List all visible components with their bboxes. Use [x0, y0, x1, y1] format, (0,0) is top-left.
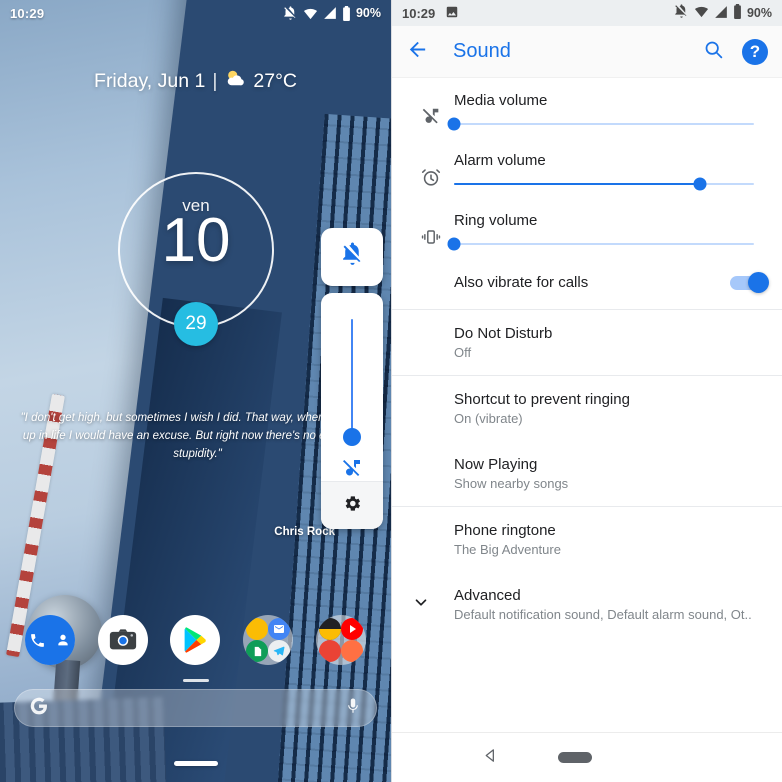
- gear-icon: [343, 494, 362, 518]
- home-screen-panel: 10:29 90% Friday, Jun 1 | 27°C ven 10 29…: [0, 0, 391, 782]
- ring-volume-row[interactable]: Ring volume: [392, 198, 782, 258]
- play-store-app[interactable]: [170, 615, 221, 665]
- media-volume-row[interactable]: Media volume: [392, 78, 782, 138]
- google-g-icon: [29, 696, 49, 721]
- search-icon[interactable]: [703, 39, 724, 65]
- alarm-volume-slider-thumb[interactable]: [693, 177, 707, 191]
- phone-contacts-folder[interactable]: [25, 615, 76, 665]
- do-not-disturb-row[interactable]: Do Not Disturb Off: [392, 310, 782, 375]
- advanced-subtitle: Default notification sound, Default alar…: [454, 607, 752, 622]
- nav-home-pill-icon[interactable]: [558, 752, 593, 763]
- ring-volume-body: Ring volume: [447, 212, 766, 251]
- date-label: Friday, Jun 1: [94, 69, 206, 92]
- phone-ringtone-title: Phone ringtone: [454, 522, 556, 539]
- date-weather-widget[interactable]: Friday, Jun 1 | 27°C: [0, 68, 391, 94]
- google-apps-folder[interactable]: [243, 615, 294, 665]
- shortcut-prevent-ringing-title: Shortcut to prevent ringing: [454, 391, 630, 408]
- advanced-title: Advanced: [454, 587, 521, 604]
- page-title: Sound: [453, 40, 511, 62]
- shortcut-prevent-ringing-subtitle: On (vibrate): [454, 411, 523, 426]
- date-weather-separator: |: [212, 69, 218, 92]
- app-drawer-handle[interactable]: [182, 679, 209, 682]
- app-bar: Sound ?: [392, 26, 782, 78]
- volume-control-panel[interactable]: [321, 228, 383, 529]
- shortcut-prevent-ringing-row[interactable]: Shortcut to prevent ringing On (vibrate): [392, 376, 782, 441]
- cellular-signal-icon: [714, 5, 728, 22]
- system-navigation-bar: [392, 732, 782, 782]
- home-status-bar: 10:29 90%: [0, 0, 391, 26]
- advanced-row[interactable]: Advanced Default notification sound, Def…: [392, 572, 782, 637]
- now-playing-title: Now Playing: [454, 456, 538, 473]
- notifications-off-icon: [674, 4, 689, 22]
- dual-phone-screenshot: 10:29 90% Friday, Jun 1 | 27°C ven 10 29…: [0, 0, 782, 782]
- media-volume-body: Media volume: [447, 92, 766, 131]
- status-bar-icons: 90%: [283, 5, 381, 21]
- settings-battery-percent-label: 90%: [746, 6, 772, 20]
- status-bar-clock: 10:29: [10, 5, 45, 21]
- battery-icon: [342, 5, 351, 21]
- sound-settings-panel: 10:29 90% Sound ? Media volume Alarm vol…: [391, 0, 782, 782]
- settings-content: Media volume Alarm volume Ring volume Al…: [392, 78, 782, 732]
- vibrate-for-calls-switch[interactable]: [730, 271, 769, 293]
- vibrate-for-calls-label: Also vibrate for calls: [454, 274, 589, 291]
- ring-volume-slider[interactable]: [447, 237, 754, 251]
- camera-app[interactable]: [97, 615, 148, 665]
- screenshot-image-icon: [445, 5, 459, 22]
- battery-percent-label: 90%: [355, 6, 381, 20]
- chevron-down-icon: [412, 593, 430, 616]
- settings-status-bar: 10:29 90%: [392, 0, 782, 26]
- media-volume-slider[interactable]: [447, 117, 754, 131]
- status-bar-left-group: 10:29: [402, 5, 459, 22]
- ring-volume-slider-thumb[interactable]: [447, 237, 461, 251]
- google-search-bar[interactable]: [14, 689, 377, 727]
- alarm-volume-label: Alarm volume: [454, 152, 546, 169]
- do-not-disturb-title: Do Not Disturb: [454, 325, 553, 342]
- alarm-volume-slider-fill: [454, 183, 700, 185]
- now-playing-subtitle: Show nearby songs: [454, 476, 569, 491]
- back-arrow-icon[interactable]: [406, 38, 429, 66]
- temperature-label: 27°C: [253, 69, 297, 92]
- microphone-icon[interactable]: [344, 697, 362, 720]
- clock-minutes-badge: 29: [174, 302, 218, 346]
- phone-ringtone-subtitle: The Big Adventure: [454, 542, 561, 557]
- media-apps-folder[interactable]: [315, 615, 366, 665]
- do-not-disturb-subtitle: Off: [454, 345, 472, 360]
- battery-icon: [733, 4, 742, 22]
- music-note-off-icon[interactable]: [340, 457, 364, 481]
- volume-vertical-slider[interactable]: [321, 293, 383, 481]
- circular-clock-widget[interactable]: ven 10 29: [118, 172, 274, 346]
- alarm-clock-icon: [408, 152, 454, 188]
- media-volume-slider-thumb[interactable]: [447, 117, 461, 131]
- nav-back-icon[interactable]: [482, 747, 499, 769]
- volume-slider-track[interactable]: [343, 319, 361, 446]
- bell-off-icon: [340, 242, 365, 272]
- home-dock: [0, 610, 391, 670]
- ringer-mute-button[interactable]: [321, 228, 383, 286]
- vibrate-for-calls-row[interactable]: Also vibrate for calls: [392, 258, 782, 309]
- alarm-volume-slider[interactable]: [454, 177, 754, 191]
- settings-status-bar-clock: 10:29: [402, 5, 436, 21]
- wifi-icon: [694, 4, 709, 22]
- notifications-off-icon: [283, 5, 298, 21]
- alarm-volume-row[interactable]: Alarm volume: [392, 138, 782, 198]
- switch-thumb: [748, 271, 769, 293]
- phone-ringtone-row[interactable]: Phone ringtone The Big Adventure: [392, 507, 782, 572]
- settings-status-bar-icons: 90%: [674, 4, 772, 22]
- alarm-volume-body: Alarm volume: [454, 152, 766, 191]
- wifi-icon: [303, 6, 318, 21]
- cellular-signal-icon: [323, 6, 337, 20]
- partly-cloudy-icon: [224, 68, 246, 94]
- volume-slider-thumb[interactable]: [343, 428, 361, 446]
- help-icon[interactable]: ?: [742, 38, 768, 65]
- ring-volume-label: Ring volume: [454, 212, 538, 229]
- volume-settings-button[interactable]: [321, 481, 383, 529]
- clock-hour-label: 10: [161, 206, 231, 275]
- now-playing-row[interactable]: Now Playing Show nearby songs: [392, 441, 782, 506]
- media-volume-label: Media volume: [454, 92, 548, 109]
- volume-slider-card[interactable]: [321, 293, 383, 529]
- home-gesture-indicator[interactable]: [173, 761, 218, 766]
